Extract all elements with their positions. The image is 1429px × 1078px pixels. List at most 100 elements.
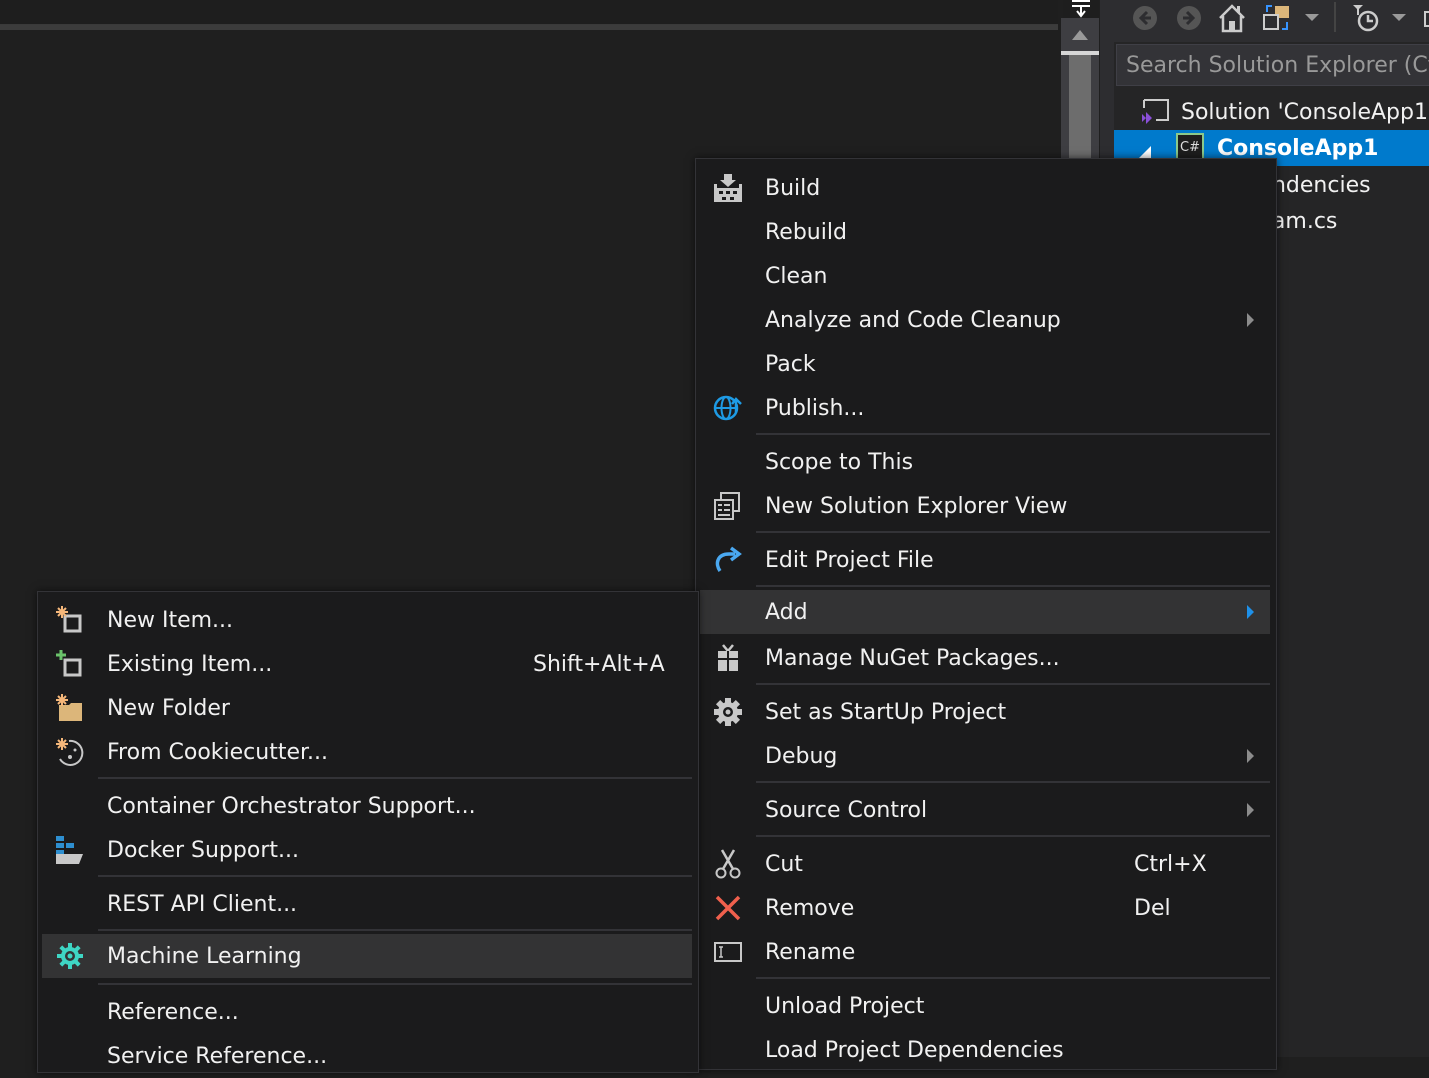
menu-item-unload-project[interactable]: Unload Project	[700, 984, 1270, 1028]
menu-item-service-reference[interactable]: Service Reference...	[42, 1034, 692, 1078]
back-icon[interactable]	[1130, 4, 1160, 32]
submenu-arrow-icon	[1247, 803, 1254, 817]
dropdown-icon[interactable]	[1384, 4, 1414, 32]
menu-separator	[98, 777, 692, 779]
menu-item-label: New Item...	[107, 607, 234, 633]
split-pin-icon[interactable]	[1063, 0, 1099, 18]
menu-item-remove[interactable]: Remove Del	[700, 886, 1270, 930]
menu-item-from-cookiecutter[interactable]: From Cookiecutter...	[42, 730, 692, 774]
submenu-arrow-icon	[1247, 605, 1254, 619]
menu-item-publish[interactable]: Publish...	[700, 386, 1270, 430]
menu-item-label: Machine Learning	[107, 943, 302, 969]
menu-item-container-orchestrator-support[interactable]: Container Orchestrator Support...	[42, 784, 692, 828]
triangle-up-icon	[1072, 30, 1088, 40]
menu-separator	[756, 781, 1270, 783]
new-solution-explorer-view-icon	[708, 484, 748, 528]
menu-item-cut[interactable]: Cut Ctrl+X	[700, 842, 1270, 886]
menu-item-reference[interactable]: Reference...	[42, 990, 692, 1034]
menu-item-machine-learning[interactable]: Machine Learning	[42, 934, 692, 978]
menu-item-scope-to-this[interactable]: Scope to This	[700, 440, 1270, 484]
menu-separator	[756, 433, 1270, 435]
menu-item-label: Unload Project	[765, 993, 925, 1019]
menu-item-new-solution-explorer-view[interactable]: New Solution Explorer View	[700, 484, 1270, 528]
menu-item-label: Analyze and Code Cleanup	[765, 307, 1061, 333]
menu-item-manage-nuget-packages[interactable]: Manage NuGet Packages...	[700, 636, 1270, 680]
menu-separator	[756, 683, 1270, 685]
menu-item-debug[interactable]: Debug	[700, 734, 1270, 778]
csharp-project-icon: C#	[1176, 133, 1204, 161]
menu-separator	[756, 585, 1270, 587]
sync-icon[interactable]	[1414, 4, 1429, 32]
scroll-up-button[interactable]	[1061, 20, 1099, 50]
nuget-icon	[708, 636, 748, 680]
menu-item-new-folder[interactable]: New Folder	[42, 686, 692, 730]
add-submenu: New Item... Existing Item... Shift+Alt+A…	[37, 591, 699, 1073]
menu-item-pack[interactable]: Pack	[700, 342, 1270, 386]
menu-item-label: Edit Project File	[765, 547, 934, 573]
menu-item-new-item[interactable]: New Item...	[42, 598, 692, 642]
shortcut-label: Ctrl+X	[1134, 851, 1207, 877]
gear-icon	[708, 690, 748, 734]
menu-item-docker-support[interactable]: Docker Support...	[42, 828, 692, 872]
menu-item-label: Source Control	[765, 797, 928, 823]
shortcut-label: Shift+Alt+A	[533, 651, 665, 677]
menu-item-label: New Folder	[107, 695, 230, 721]
solution-explorer-search[interactable]	[1116, 44, 1429, 86]
menu-item-label: Service Reference...	[107, 1043, 328, 1069]
menu-item-label: REST API Client...	[107, 891, 298, 917]
menu-separator	[98, 929, 692, 931]
menu-item-edit-project-file[interactable]: Edit Project File	[700, 538, 1270, 582]
menu-separator	[756, 977, 1270, 979]
menu-item-existing-item[interactable]: Existing Item... Shift+Alt+A	[42, 642, 692, 686]
menu-item-label: Publish...	[765, 395, 865, 421]
menu-separator	[98, 875, 692, 877]
menu-item-label: Rename	[765, 939, 856, 965]
build-icon	[708, 166, 748, 210]
menu-item-label: Set as StartUp Project	[765, 699, 1007, 725]
menu-item-set-as-startup-project[interactable]: Set as StartUp Project	[700, 690, 1270, 734]
scissors-icon	[708, 842, 748, 886]
submenu-arrow-icon	[1247, 749, 1254, 763]
home-icon[interactable]	[1217, 4, 1247, 33]
menu-item-label: Pack	[765, 351, 816, 377]
menu-item-build[interactable]: Build	[700, 166, 1270, 210]
menu-item-source-control[interactable]: Source Control	[700, 788, 1270, 832]
tree-item-label: ConsoleApp1	[1217, 135, 1379, 161]
menu-item-add[interactable]: Add	[700, 590, 1270, 634]
menu-item-label: Load Project Dependencies	[765, 1037, 1064, 1063]
forward-icon[interactable]	[1174, 4, 1204, 32]
menu-item-analyze-and-code-cleanup[interactable]: Analyze and Code Cleanup	[700, 298, 1270, 342]
menu-item-label: Existing Item...	[107, 651, 273, 677]
menu-item-clean[interactable]: Clean	[700, 254, 1270, 298]
machine-learning-icon	[50, 934, 90, 978]
new-item-icon	[50, 598, 90, 642]
switch-views-icon[interactable]	[1262, 4, 1292, 32]
menu-item-label: Remove	[765, 895, 855, 921]
menu-separator	[756, 531, 1270, 533]
menu-item-label: Docker Support...	[107, 837, 299, 863]
publish-icon	[708, 386, 748, 430]
menu-item-label: From Cookiecutter...	[107, 739, 328, 765]
search-input[interactable]	[1126, 52, 1429, 78]
tree-item-solution[interactable]: Solution 'ConsoleApp1' (1 of 1 project)	[1114, 94, 1429, 130]
menu-item-label: Rebuild	[765, 219, 847, 245]
tree-item-label: Solution 'ConsoleApp1' (1 of 1 project)	[1181, 99, 1429, 125]
new-folder-icon	[50, 686, 90, 730]
menu-item-load-project-dependencies[interactable]: Load Project Dependencies	[700, 1028, 1270, 1072]
menu-item-label: Cut	[765, 851, 803, 877]
menu-item-label: Manage NuGet Packages...	[765, 645, 1060, 671]
scrollbar-thumb[interactable]	[1069, 55, 1091, 160]
existing-item-icon	[50, 642, 90, 686]
edit-project-file-icon	[708, 538, 748, 582]
menu-separator	[756, 835, 1270, 837]
menu-item-label: Debug	[765, 743, 838, 769]
menu-item-label: Add	[765, 599, 808, 625]
dropdown-icon[interactable]	[1297, 4, 1327, 32]
menu-item-rest-api-client[interactable]: REST API Client...	[42, 882, 692, 926]
cookiecutter-icon	[50, 730, 90, 774]
pending-changes-filter-icon[interactable]	[1351, 4, 1381, 32]
menu-item-rebuild[interactable]: Rebuild	[700, 210, 1270, 254]
menu-item-rename[interactable]: Rename	[700, 930, 1270, 974]
editor-tab-strip	[0, 0, 1058, 25]
menu-item-label: Reference...	[107, 999, 239, 1025]
